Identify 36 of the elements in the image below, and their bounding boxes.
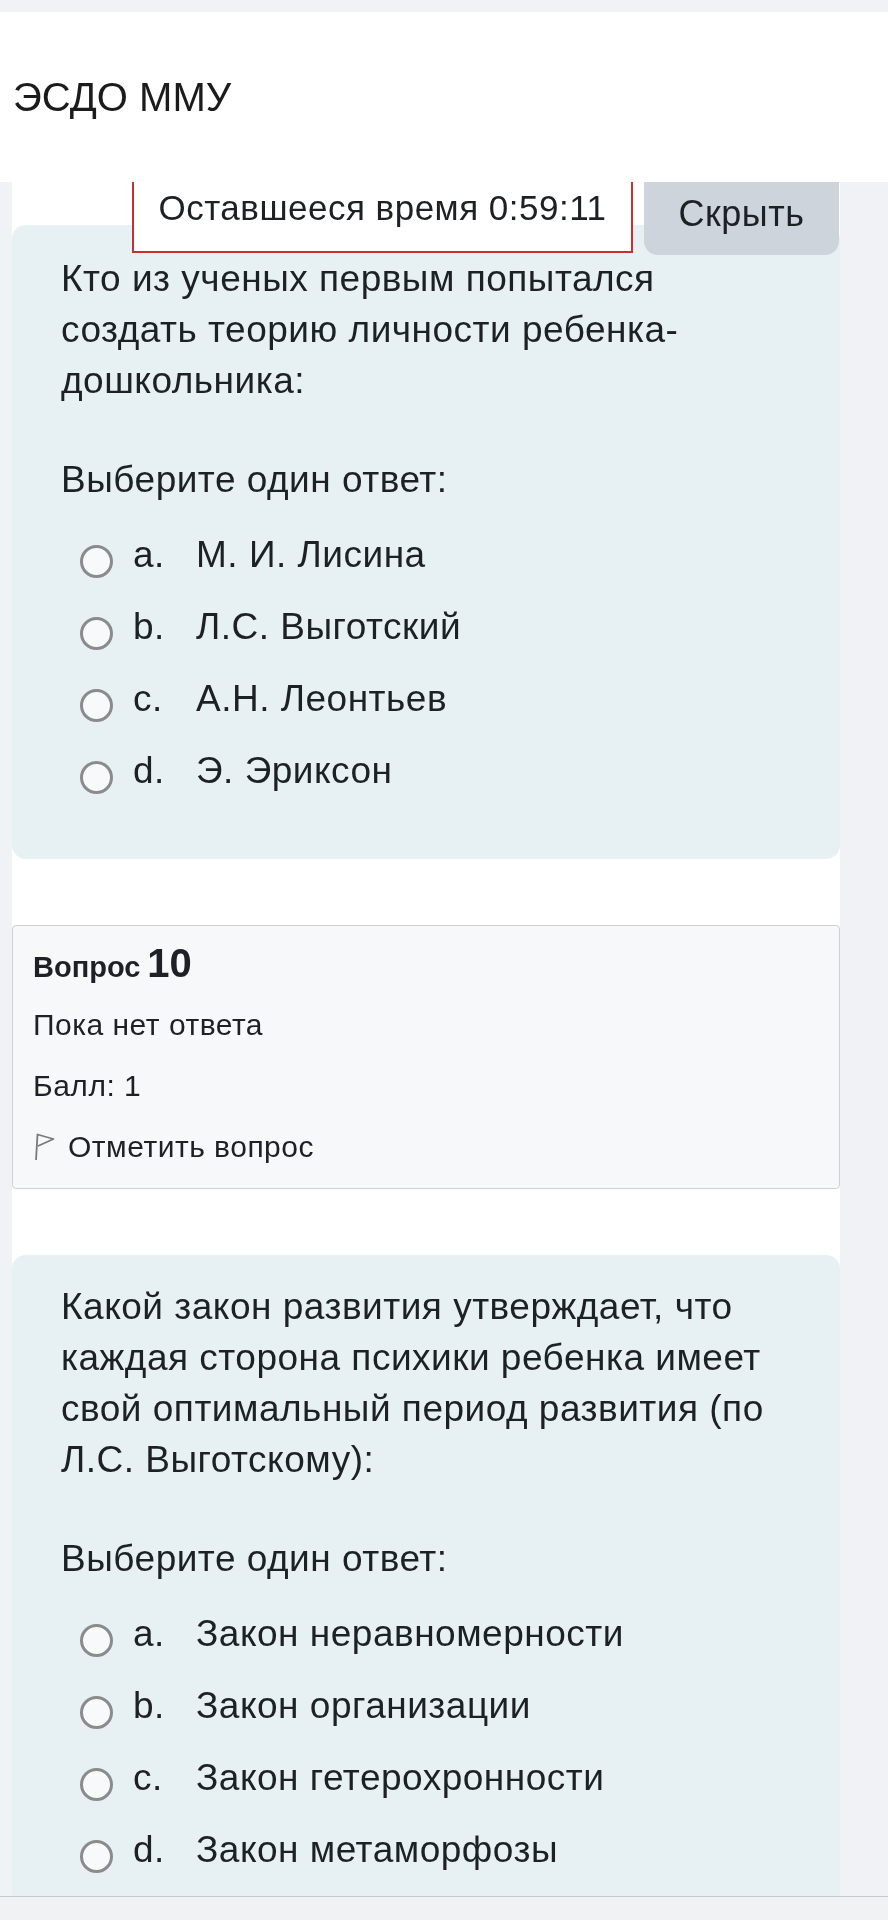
answer-option-label[interactable]: Э. Эриксон [196, 747, 393, 795]
score-text: Балл: 1 [33, 1067, 142, 1104]
radio-button[interactable] [80, 544, 113, 578]
answer-option-label[interactable]: Л.С. Выготский [196, 603, 462, 651]
answer-option-label[interactable]: Закон неравномерности [196, 1610, 624, 1658]
option-letter: a. [133, 532, 166, 577]
answer-prompt: Выберите один ответ: [61, 458, 449, 502]
radio-button[interactable] [80, 1623, 113, 1657]
hide-button[interactable]: Скрыть [644, 182, 839, 255]
option-letter: d. [133, 748, 166, 793]
question-text: Кто из ученых первым попытался создать теорию личности ребенка-дошкольника: [61, 257, 680, 403]
question-label: Вопрос [33, 950, 141, 985]
answer-prompt: Выберите один ответ: [61, 1537, 449, 1581]
question-number: 10 [147, 940, 192, 987]
answer-status: Пока нет ответа [33, 1006, 264, 1043]
answer-option-label[interactable]: Закон метаморфозы [196, 1826, 558, 1874]
radio-button[interactable] [80, 1695, 113, 1729]
radio-button[interactable] [80, 688, 113, 722]
answer-option-label[interactable]: А.Н. Леонтьев [196, 675, 448, 723]
site-title: ЭСДО ММУ [13, 74, 232, 121]
option-letter: b. [133, 1683, 166, 1728]
radio-button[interactable] [80, 760, 113, 794]
flag-question-link[interactable]: Отметить вопрос [33, 1127, 314, 1166]
option-letter: d. [133, 1827, 166, 1872]
option-letter: c. [133, 676, 164, 721]
answer-option-label[interactable]: Закон гетерохронности [196, 1754, 605, 1802]
radio-button[interactable] [80, 616, 113, 650]
answer-option-label[interactable]: Закон организации [196, 1682, 531, 1730]
time-remaining: Оставшееся время 0:59:11 [158, 187, 607, 229]
radio-button[interactable] [80, 1839, 113, 1873]
option-letter: b. [133, 604, 166, 649]
option-letter: c. [133, 1755, 164, 1800]
option-letter: a. [133, 1611, 166, 1656]
answer-option-label[interactable]: М. И. Лисина [196, 531, 426, 579]
question-text: Какой закон развития утверждает, что каждая сторона психики ребенка имеет свой оптимальный период развития (по Л.С. Выготскому): [61, 1285, 765, 1482]
radio-button[interactable] [80, 1767, 113, 1801]
